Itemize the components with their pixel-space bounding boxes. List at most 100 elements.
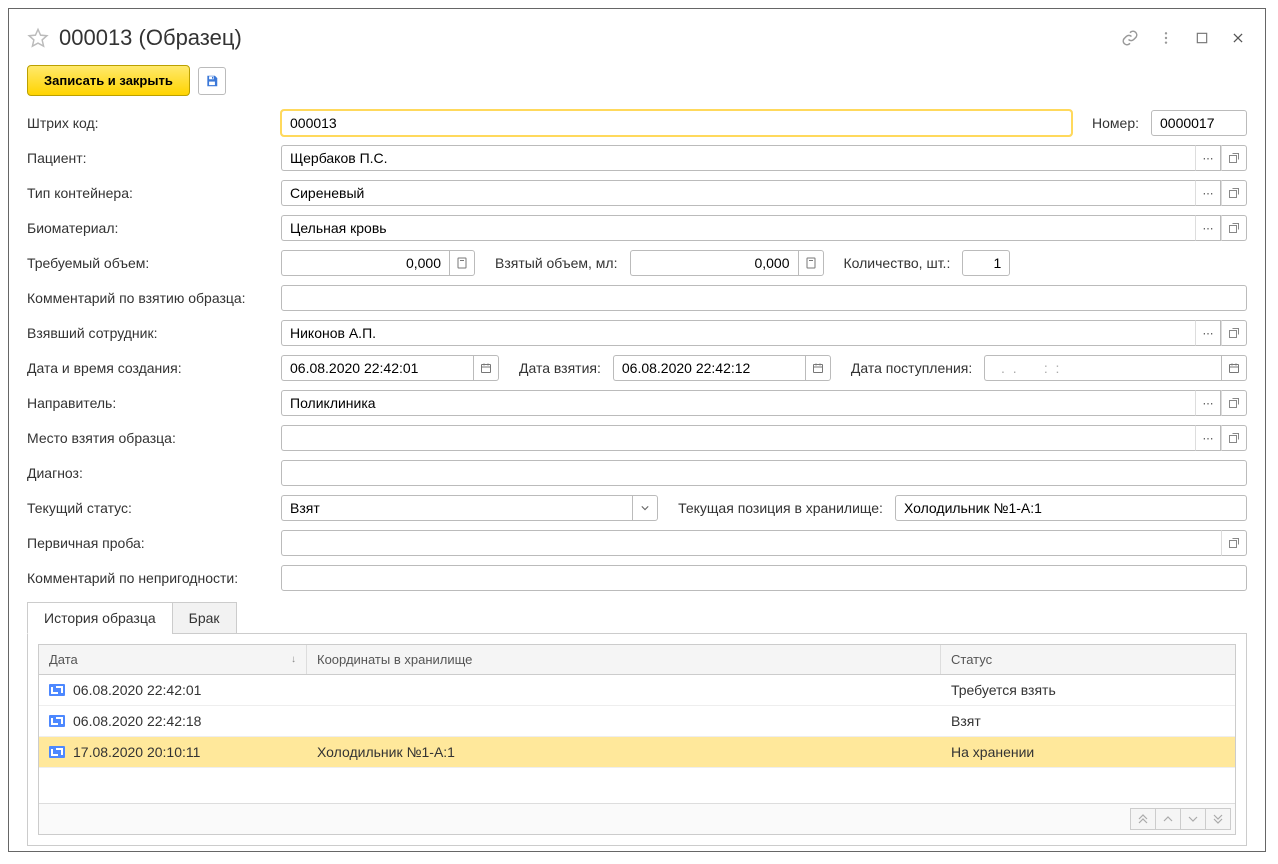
chevron-down-icon: [1188, 814, 1198, 824]
record-icon: [49, 715, 65, 727]
column-status[interactable]: Статус: [941, 645, 1226, 674]
grid-last-button[interactable]: [1205, 808, 1231, 830]
calendar-icon: [1228, 362, 1240, 374]
referrer-open-button[interactable]: [1221, 390, 1247, 416]
open-external-icon: [1228, 397, 1240, 409]
cell-status: Требуется взять: [941, 675, 1226, 705]
primary-sample-open-button[interactable]: [1221, 530, 1247, 556]
column-date[interactable]: Дата ↓: [39, 645, 307, 674]
double-chevron-down-icon: [1213, 814, 1223, 824]
toolbar: Записать и закрыть: [27, 65, 1247, 96]
maximize-icon[interactable]: [1193, 29, 1211, 47]
open-external-icon: [1228, 222, 1240, 234]
open-external-icon: [1228, 327, 1240, 339]
required-volume-calc-button[interactable]: [449, 250, 475, 276]
container-type-input[interactable]: [281, 180, 1195, 206]
current-storage-pos-input[interactable]: [895, 495, 1247, 521]
grid-nav: [39, 803, 1235, 834]
taken-volume-input[interactable]: [630, 250, 798, 276]
number-label: Номер:: [1092, 115, 1139, 131]
sample-location-open-button[interactable]: [1221, 425, 1247, 451]
chevron-down-icon: [641, 504, 649, 512]
container-type-open-button[interactable]: [1221, 180, 1247, 206]
column-date-label: Дата: [49, 652, 78, 667]
current-status-input[interactable]: [281, 495, 632, 521]
current-status-label: Текущий статус:: [27, 500, 275, 516]
grid-next-button[interactable]: [1180, 808, 1206, 830]
page-title: 000013 (Образец): [59, 25, 1121, 51]
taken-at-calendar-button[interactable]: [805, 355, 831, 381]
sample-location-input[interactable]: [281, 425, 1195, 451]
cell-coords: [307, 675, 941, 705]
table-row[interactable]: 06.08.2020 22:42:18 Взят: [39, 706, 1235, 737]
cell-status: Взят: [941, 706, 1226, 736]
created-at-calendar-button[interactable]: [473, 355, 499, 381]
taken-by-input[interactable]: [281, 320, 1195, 346]
calendar-icon: [480, 362, 492, 374]
taken-volume-label: Взятый объем, мл:: [495, 255, 618, 271]
created-at-label: Дата и время создания:: [27, 360, 275, 376]
number-input[interactable]: [1151, 110, 1247, 136]
quantity-input[interactable]: [962, 250, 1010, 276]
calendar-icon: [812, 362, 824, 374]
patient-open-button[interactable]: [1221, 145, 1247, 171]
window-frame: 000013 (Образец) Записать и закрыть Штри…: [8, 8, 1266, 852]
cell-coords: Холодильник №1-A:1: [307, 737, 941, 767]
open-external-icon: [1228, 187, 1240, 199]
primary-sample-input[interactable]: [281, 530, 1221, 556]
sample-location-label: Место взятия образца:: [27, 430, 275, 446]
biomaterial-select-button[interactable]: ⋯: [1195, 215, 1221, 241]
barcode-input[interactable]: [281, 110, 1072, 136]
grid-body: 06.08.2020 22:42:01Требуется взять06.08.…: [39, 675, 1235, 803]
created-at-input[interactable]: [281, 355, 473, 381]
referrer-select-button[interactable]: ⋯: [1195, 390, 1221, 416]
taken-by-select-button[interactable]: ⋯: [1195, 320, 1221, 346]
unsuitable-comment-input[interactable]: [281, 565, 1247, 591]
open-external-icon: [1228, 432, 1240, 444]
referrer-input[interactable]: [281, 390, 1195, 416]
sample-location-select-button[interactable]: ⋯: [1195, 425, 1221, 451]
received-at-calendar-button[interactable]: [1221, 355, 1247, 381]
cell-date: 17.08.2020 20:10:11: [39, 737, 307, 767]
container-type-select-button[interactable]: ⋯: [1195, 180, 1221, 206]
table-row[interactable]: 17.08.2020 20:10:11Холодильник №1-A:1На …: [39, 737, 1235, 768]
column-coords[interactable]: Координаты в хранилище: [307, 645, 941, 674]
diagnosis-input[interactable]: [281, 460, 1247, 486]
biomaterial-input[interactable]: [281, 215, 1195, 241]
double-chevron-up-icon: [1138, 814, 1148, 824]
current-status-dropdown-button[interactable]: [632, 495, 658, 521]
current-storage-pos-label: Текущая позиция в хранилище:: [678, 500, 883, 516]
taken-by-open-button[interactable]: [1221, 320, 1247, 346]
received-at-input[interactable]: [984, 355, 1221, 381]
open-external-icon: [1228, 152, 1240, 164]
primary-sample-label: Первичная проба:: [27, 535, 275, 551]
save-and-close-button[interactable]: Записать и закрыть: [27, 65, 190, 96]
tab-reject[interactable]: Брак: [172, 602, 237, 634]
sort-descending-icon: ↓: [291, 654, 296, 665]
grid-prev-button[interactable]: [1155, 808, 1181, 830]
unsuitable-comment-label: Комментарий по непригодности:: [27, 570, 275, 586]
save-button[interactable]: [198, 67, 226, 95]
required-volume-input[interactable]: [281, 250, 449, 276]
close-icon[interactable]: [1229, 29, 1247, 47]
patient-select-button[interactable]: ⋯: [1195, 145, 1221, 171]
grid-first-button[interactable]: [1130, 808, 1156, 830]
favorite-star-icon[interactable]: [27, 27, 49, 49]
sample-comment-label: Комментарий по взятию образца:: [27, 290, 275, 306]
required-volume-label: Требуемый объем:: [27, 255, 275, 271]
record-icon: [49, 746, 65, 758]
table-row[interactable]: 06.08.2020 22:42:01Требуется взять: [39, 675, 1235, 706]
sample-comment-input[interactable]: [281, 285, 1247, 311]
taken-at-input[interactable]: [613, 355, 805, 381]
more-icon[interactable]: [1157, 29, 1175, 47]
tab-history[interactable]: История образца: [27, 602, 173, 634]
history-grid: Дата ↓ Координаты в хранилище Статус 06.…: [38, 644, 1236, 835]
calculator-icon: [805, 257, 817, 269]
patient-input[interactable]: [281, 145, 1195, 171]
cell-date: 06.08.2020 22:42:18: [39, 706, 307, 736]
link-icon[interactable]: [1121, 29, 1139, 47]
taken-volume-calc-button[interactable]: [798, 250, 824, 276]
cell-status: На хранении: [941, 737, 1226, 767]
tabs: История образца Брак: [27, 601, 1247, 634]
biomaterial-open-button[interactable]: [1221, 215, 1247, 241]
